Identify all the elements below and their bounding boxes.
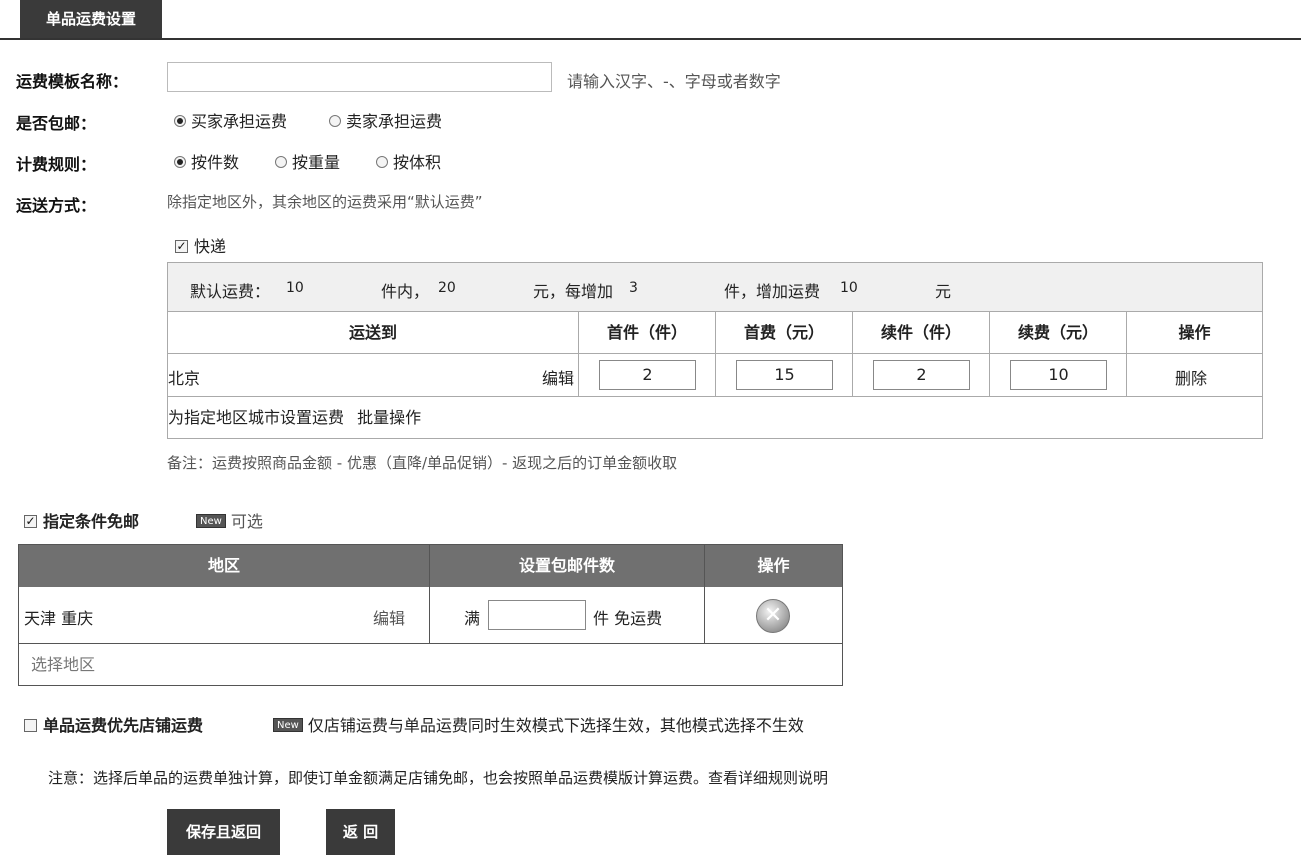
radio-buyer-pays[interactable]: 买家承担运费 <box>174 108 287 132</box>
default-fee-row: 默认运费： 10 件内， 20 元，每增加 3 件，增加运费 10 元 <box>168 263 1262 312</box>
conditional-free-checkbox[interactable]: ✓ 指定条件免邮 <box>24 508 139 532</box>
new-badge: New <box>273 718 303 732</box>
radio-off-icon <box>275 156 287 168</box>
col-header-region: 地区 <box>19 545 430 587</box>
batch-operation-link[interactable]: 批量操作 <box>357 408 421 427</box>
action-cell: 删除 <box>1127 354 1262 396</box>
col-header-free-qty: 设置包邮件数 <box>430 545 705 587</box>
edit-region-link[interactable]: 编辑 <box>542 365 574 389</box>
express-fee-table: 默认运费： 10 件内， 20 元，每增加 3 件，增加运费 10 元 运送到 … <box>167 262 1263 439</box>
set-region-fee-link[interactable]: 为指定地区城市设置运费 <box>168 408 344 427</box>
checkbox-checked-icon: ✓ <box>175 238 188 253</box>
radio-seller-pays[interactable]: 卖家承担运费 <box>329 108 442 132</box>
default-add-fee-input[interactable]: 10 <box>840 280 858 296</box>
default-unit1: 件内， <box>381 282 430 301</box>
shipping-method-label: 运送方式： <box>16 196 97 215</box>
radio-on-icon <box>174 156 186 168</box>
col-header-add-qty: 续件（件） <box>853 312 990 353</box>
free-shipping-label: 是否包邮： <box>16 114 97 133</box>
checkbox-checked-icon: ✓ <box>24 513 37 528</box>
region-name: 天津 重庆 <box>24 609 94 628</box>
tab-single-item-shipping[interactable]: 单品运费设置 <box>20 0 162 38</box>
shop-priority-note: New 仅店铺运费与单品运费同时生效模式下选择生效，其他模式选择不生效 <box>273 712 804 736</box>
default-unit4: 元 <box>935 282 952 301</box>
col-header-action: 操作 <box>1178 323 1211 342</box>
col-header-first-qty: 首件（件） <box>579 312 716 353</box>
add-qty-cell: 2 <box>853 354 990 396</box>
default-fee-prefix: 默认运费： <box>190 282 271 301</box>
tab-bar: 单品运费设置 <box>0 0 1301 40</box>
radio-by-count[interactable]: 按件数 <box>174 149 239 173</box>
delete-circle-icon[interactable]: ✕ <box>756 599 790 633</box>
destination-cell: 北京 编辑 <box>168 354 579 396</box>
radio-by-volume[interactable]: 按体积 <box>376 149 441 173</box>
express-table-footer: 为指定地区城市设置运费 批量操作 <box>168 397 1262 439</box>
radio-on-icon <box>174 115 186 127</box>
add-fee-input[interactable]: 10 <box>1010 360 1107 390</box>
delete-row-link[interactable]: 删除 <box>1175 365 1207 389</box>
radio-by-weight[interactable]: 按重量 <box>275 149 340 173</box>
table-row: 北京 编辑 2 15 2 10 删除 <box>168 354 1262 397</box>
default-unit3: 件，增加运费 <box>724 282 821 301</box>
radio-off-icon <box>329 115 341 127</box>
notice-text: 注意：选择后单品的运费单独计算，即使订单金额满足店铺免邮，也会按照单品运费模版计… <box>48 769 829 787</box>
first-fee-input[interactable]: 15 <box>736 360 833 390</box>
conditional-free-note: New 可选 <box>196 508 263 532</box>
shop-priority-checkbox[interactable]: 单品运费优先店铺运费 <box>24 712 203 736</box>
express-table-header: 运送到 首件（件） 首费（元） 续件（件） 续费（元） 操作 <box>168 312 1262 354</box>
free-table-header: 地区 设置包邮件数 操作 <box>19 545 842 587</box>
col-header-add-fee: 续费（元） <box>990 312 1127 353</box>
free-qty-input[interactable] <box>488 600 586 630</box>
remark-text: 备注：运费按照商品金额 - 优惠（直降/单品促销）- 返现之后的订单金额收取 <box>167 454 678 472</box>
default-add-qty-input[interactable]: 3 <box>629 280 638 296</box>
first-fee-cell: 15 <box>716 354 853 396</box>
first-qty-cell: 2 <box>579 354 716 396</box>
shipping-method-desc: 除指定地区外，其余地区的运费采用“默认运费” <box>167 193 483 211</box>
col-header-destination: 运送到 <box>168 312 579 353</box>
free-qty-prefix: 满 <box>464 609 481 628</box>
template-name-label: 运费模板名称： <box>16 72 129 91</box>
radio-off-icon <box>376 156 388 168</box>
free-action-cell: ✕ <box>705 587 842 643</box>
table-row: 天津 重庆 编辑 满 件 免运费 ✕ <box>19 587 842 644</box>
billing-rule-label: 计费规则： <box>16 155 97 174</box>
edit-region-link[interactable]: 编辑 <box>373 605 405 629</box>
col-header-action: 操作 <box>757 556 790 575</box>
add-qty-input[interactable]: 2 <box>873 360 970 390</box>
template-name-input[interactable] <box>167 62 552 92</box>
default-first-fee-input[interactable]: 20 <box>438 280 456 296</box>
select-region-link[interactable]: 选择地区 <box>19 644 842 686</box>
default-first-qty-input[interactable]: 10 <box>286 280 304 296</box>
conditional-free-table: 地区 设置包邮件数 操作 天津 重庆 编辑 满 件 免运费 ✕ 选择地区 <box>18 544 843 686</box>
checkbox-unchecked-icon <box>24 718 37 732</box>
free-qty-suffix: 件 免运费 <box>593 609 663 628</box>
express-checkbox[interactable]: ✓ 快递 <box>175 233 226 257</box>
template-name-hint: 请输入汉字、-、字母或者数字 <box>567 72 781 91</box>
first-qty-input[interactable]: 2 <box>599 360 696 390</box>
default-unit2: 元，每增加 <box>533 282 614 301</box>
back-button[interactable]: 返 回 <box>326 809 395 855</box>
col-header-first-fee: 首费（元） <box>716 312 853 353</box>
region-name: 北京 <box>168 369 201 388</box>
region-cell: 天津 重庆 编辑 <box>19 587 430 643</box>
free-qty-cell: 满 件 免运费 <box>430 587 705 643</box>
add-fee-cell: 10 <box>990 354 1127 396</box>
save-and-return-button[interactable]: 保存且返回 <box>167 809 280 855</box>
new-badge: New <box>196 514 226 528</box>
